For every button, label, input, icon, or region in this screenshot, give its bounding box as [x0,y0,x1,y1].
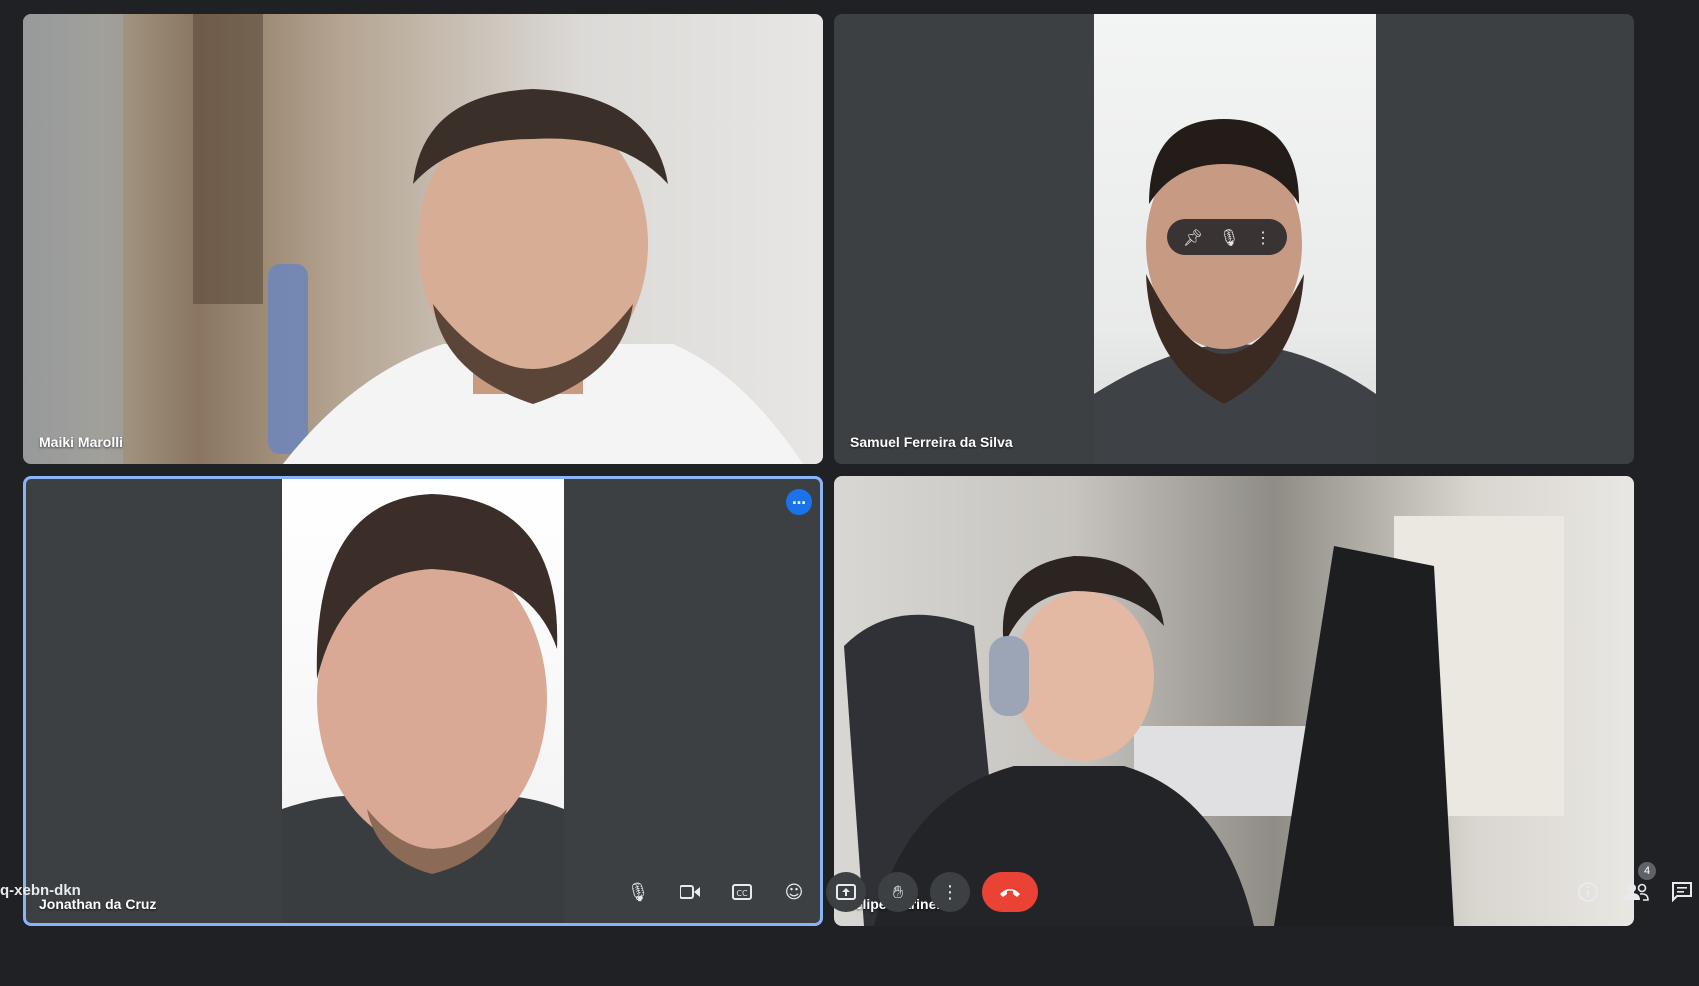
raise-hand-button[interactable]: ✋︎ [878,872,918,912]
present-icon [836,884,856,900]
more-options-icon[interactable]: … [786,489,812,515]
captions-icon: CC [732,884,752,900]
emoji-button[interactable]: ☺ [774,872,814,912]
video-frame [23,14,803,464]
people-button[interactable]: 4 [1620,862,1656,908]
mic-muted-icon[interactable]: 🎙︎ [1219,228,1239,247]
video-frame [282,494,564,923]
more-vert-icon[interactable]: ⋮ [1255,228,1271,247]
tile-hover-controls: 📌︎ 🎙︎ ⋮ [1167,219,1287,255]
mic-icon: 🎙︎ [626,881,650,903]
more-options-button[interactable]: ⋮ [930,872,970,912]
meeting-code: q-xebn-dkn [0,882,81,899]
more-vert-icon: ⋮ [941,881,959,903]
pin-icon[interactable]: 📌︎ [1183,228,1203,247]
mic-button[interactable]: 🎙︎ [618,872,658,912]
participant-tile-maiki[interactable]: Maiki Marolli [23,14,823,464]
participant-name-label: Maiki Marolli [39,434,124,450]
present-button[interactable] [826,872,866,912]
participant-video [282,479,564,923]
bottom-control-bar: q-xebn-dkn 🎙︎ CC ☺ ✋︎ ⋮ 4 [0,858,1699,986]
raise-hand-icon: ✋︎ [892,881,904,903]
chat-button[interactable] [1666,876,1698,908]
chat-icon [1672,882,1692,903]
participant-video [23,14,823,464]
call-end-icon [1000,889,1020,897]
meet-call-window: Maiki Marolli Samuel Ferreira da Silva 📌… [0,0,1699,986]
emoji-icon: ☺ [784,881,804,903]
people-icon [1624,883,1649,901]
participant-name-label: Samuel Ferreira da Silva [850,434,1013,450]
leave-call-button[interactable] [982,872,1038,912]
people-count-badge: 4 [1638,862,1656,880]
captions-button[interactable]: CC [722,872,762,912]
camera-button[interactable] [670,872,710,912]
svg-text:CC: CC [736,889,748,898]
meeting-details-button[interactable] [1572,876,1604,908]
camera-icon [680,885,700,899]
info-icon [1578,882,1598,902]
